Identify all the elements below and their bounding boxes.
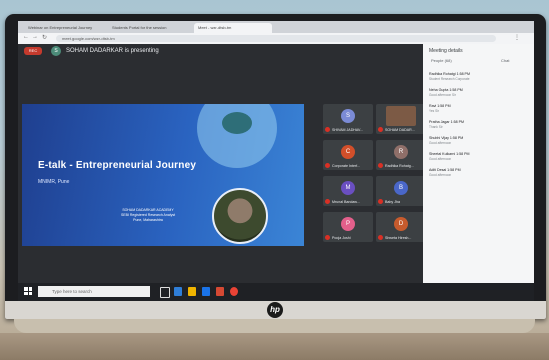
office-icon[interactable] <box>216 287 224 296</box>
muted-mic-icon <box>325 199 330 204</box>
record-badge: REC <box>24 47 42 55</box>
forward-icon[interactable]: → <box>32 34 38 40</box>
message-text: Good afternoon <box>429 157 452 161</box>
slide-subtitle: MNIMR, Pune <box>38 179 70 185</box>
store-icon[interactable] <box>202 287 210 296</box>
muted-mic-icon <box>325 163 330 168</box>
browser-tab-2[interactable]: Students Portal for the session <box>108 23 198 33</box>
message-text: Student Research Corporate <box>429 77 470 81</box>
participant-name: SOHAM DADAR... <box>385 128 415 132</box>
speaker-photo <box>212 188 268 244</box>
participant-tile[interactable]: M Mrunal Bandaw... <box>323 176 373 206</box>
tab-label: Students Portal for the session <box>112 25 167 30</box>
participant-name: Mrunal Bandaw... <box>332 200 360 204</box>
address-bar[interactable]: meet.google.com/wzr-dtsb-tm <box>56 35 496 42</box>
muted-mic-icon <box>325 235 330 240</box>
tab-chat[interactable]: Chat <box>501 58 509 63</box>
browser-toolbar: ← → ↻ meet.google.com/wzr-dtsb-tm ⋮ <box>18 33 534 44</box>
participant-tile[interactable]: S SHIVAM JADHAV... <box>323 104 373 134</box>
muted-mic-icon <box>378 163 383 168</box>
participant-name: SHIVAM JADHAV... <box>332 128 364 132</box>
participant-tile[interactable]: R Radhika Rohatg... <box>376 140 426 170</box>
windows-taskbar: Type here to search <box>18 283 534 301</box>
participant-tile[interactable]: C Corporate Interf... <box>323 140 373 170</box>
panel-title: Meeting details <box>429 48 463 54</box>
participant-name: Pooja Joshi <box>332 236 351 240</box>
participant-avatar <box>386 106 416 126</box>
participant-avatar: D <box>394 217 408 231</box>
chat-message: Shubhi Vijay 1:58 PM Good afternoon <box>429 136 529 152</box>
tab-label: Meet - wzr-dtsb-tm <box>198 25 232 30</box>
chat-message: Sheetal Kulkarni 1:58 PM Good afternoon <box>429 152 529 168</box>
file-explorer-icon[interactable] <box>188 287 196 296</box>
chat-message: Radhika Rohatgi 1:58 PM Student Research … <box>429 72 529 88</box>
chat-message: Ravi 1:58 PM Yes Sir <box>429 104 529 120</box>
muted-mic-icon <box>378 127 383 132</box>
chat-message: Pratha Jagar 1:58 PM Thank Sir <box>429 120 529 136</box>
muted-mic-icon <box>325 127 330 132</box>
back-icon[interactable]: ← <box>23 34 29 40</box>
participant-avatar: S <box>341 109 355 123</box>
message-text: Good afternoon <box>429 173 452 177</box>
message-text: Good afternoon Sir <box>429 93 456 97</box>
windows-start-icon[interactable] <box>24 287 32 295</box>
browser-tab-1[interactable]: Webinar on Entrepreneurial Journey <box>24 23 112 33</box>
menu-icon[interactable]: ⋮ <box>514 34 520 41</box>
message-text: Good afternoon <box>429 141 452 145</box>
participant-avatar: R <box>394 145 408 159</box>
participant-tile[interactable]: D Shweta Hiresh... <box>376 212 426 242</box>
participant-avatar: C <box>341 145 355 159</box>
participant-avatar: M <box>341 181 355 195</box>
tab-label: Webinar on Entrepreneurial Journey <box>28 25 93 30</box>
participant-avatar: B <box>394 181 408 195</box>
slide-decoration <box>222 112 252 134</box>
browser-tabbar: Webinar on Entrepreneurial Journey Stude… <box>18 21 534 33</box>
presenter-avatar: S <box>51 46 61 56</box>
tab-people[interactable]: People (68) <box>431 58 452 63</box>
task-view-icon[interactable] <box>160 287 170 298</box>
org-line: Pune, Maharashtra <box>133 218 163 222</box>
presentation-slide: E-talk - Entrepreneurial Journey MNIMR, … <box>22 104 304 246</box>
chrome-icon[interactable] <box>230 287 238 296</box>
laptop-screen: Webinar on Entrepreneurial Journey Stude… <box>18 21 534 301</box>
muted-mic-icon <box>378 235 383 240</box>
chat-message: Neha Gupta 1:58 PM Good afternoon Sir <box>429 88 529 104</box>
participant-name: Radhika Rohatg... <box>385 164 414 168</box>
reload-icon[interactable]: ↻ <box>42 34 47 41</box>
presenting-label: SOHAM DADARKAR is presenting <box>66 48 159 54</box>
chat-message: Aditi Desai 1:58 PM Good afternoon <box>429 168 529 184</box>
participant-name: Corporate Interf... <box>332 164 361 168</box>
side-panel: Meeting details People (68) Chat Radhika… <box>423 44 534 301</box>
desk-surface <box>0 333 549 360</box>
hp-logo: hp <box>267 302 283 318</box>
edge-icon[interactable] <box>174 287 182 296</box>
meet-window: REC S SOHAM DADARKAR is presenting E-tal… <box>18 44 534 301</box>
message-text: Thank Sir <box>429 125 443 129</box>
participant-tile[interactable]: SOHAM DADAR... <box>376 104 426 134</box>
taskbar-search-input[interactable]: Type here to search <box>38 286 150 297</box>
participant-tile[interactable]: B Baby Jha <box>376 176 426 206</box>
slide-title: E-talk - Entrepreneurial Journey <box>38 160 197 171</box>
participant-name: Shweta Hiresh... <box>385 236 412 240</box>
laptop: Webinar on Entrepreneurial Journey Stude… <box>5 14 546 319</box>
slide-organization: SOHAM DADARKAR ACADEMY SEBI Registered R… <box>98 208 198 223</box>
muted-mic-icon <box>378 199 383 204</box>
participant-tile[interactable]: P Pooja Joshi <box>323 212 373 242</box>
participant-name: Baby Jha <box>385 200 400 204</box>
message-text: Yes Sir <box>429 109 439 113</box>
presenting-bar: REC S SOHAM DADARKAR is presenting <box>18 44 423 58</box>
laptop-base <box>14 319 535 333</box>
participant-avatar: P <box>341 217 355 231</box>
browser-tab-active[interactable]: Meet - wzr-dtsb-tm <box>194 23 272 33</box>
laptop-bezel: hp <box>5 301 546 319</box>
